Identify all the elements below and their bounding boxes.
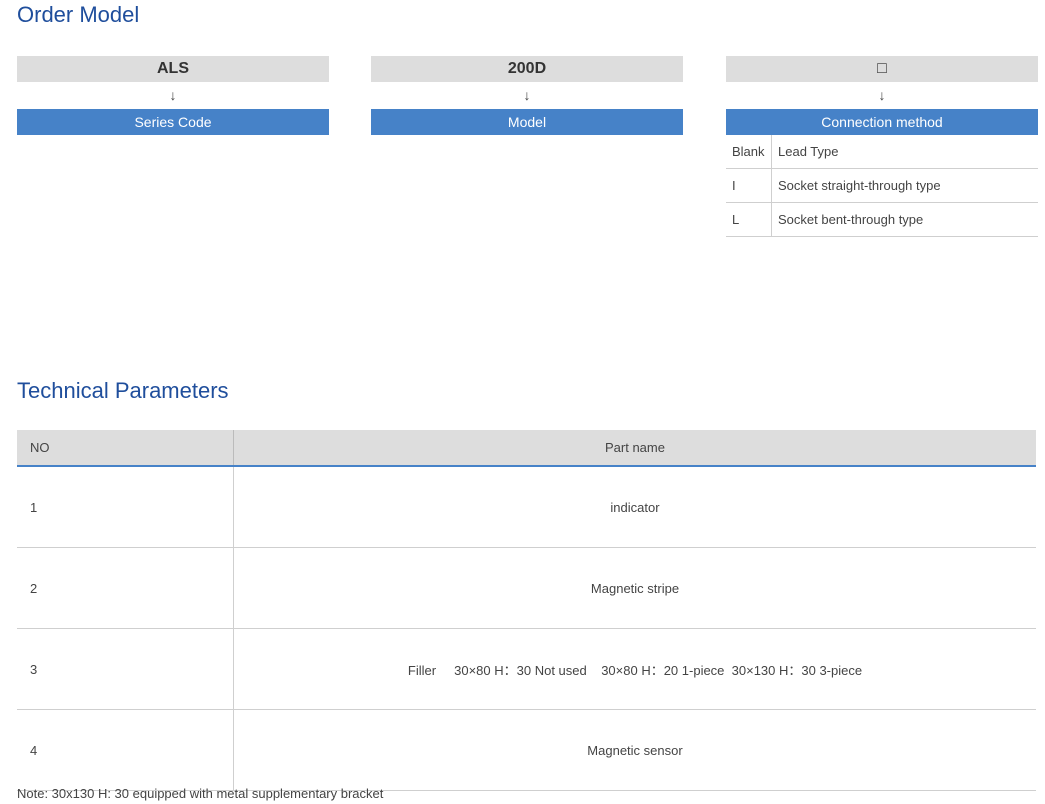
option-value: Socket bent-through type [771,202,1038,237]
table-note: Note: 30x130 H: 30 equipped with metal s… [17,786,384,801]
option-key: I [726,168,772,203]
series-code-value: ALS [17,56,329,82]
table-row: 2 Magnetic stripe [17,547,1036,629]
order-model-model-column: 200D ↓ Model [371,56,683,135]
option-value: Socket straight-through type [771,168,1038,203]
part-name: indicator [233,466,1036,548]
model-label: Model [371,109,683,135]
table-header-row: NO Part name [17,430,1036,467]
part-name: Magnetic stripe [233,547,1036,629]
order-model-series-column: ALS ↓ Series Code [17,56,329,135]
row-number: 4 [17,709,234,791]
part-name: Filler 30×80 H：30 Not used 30×80 H：20 1-… [233,628,1036,710]
option-key: Blank [726,135,772,169]
table-row: Blank Lead Type [726,135,1038,169]
down-arrow-icon: ↓ [878,87,886,103]
connection-placeholder-box: □ [726,56,1038,82]
row-number: 1 [17,466,234,548]
connection-method-label: Connection method [726,109,1038,135]
row-number: 3 [17,628,234,710]
table-row: L Socket bent-through type [726,202,1038,237]
table-row: 1 indicator [17,466,1036,548]
column-header-no: NO [17,430,234,467]
column-header-part-name: Part name [233,430,1036,467]
down-arrow-icon: ↓ [169,87,177,103]
row-number: 2 [17,547,234,629]
connection-options-table: Blank Lead Type I Socket straight-throug… [726,135,1038,237]
order-model-connection-column: □ ↓ Connection method Blank Lead Type I … [726,56,1038,237]
technical-parameters-table: NO Part name 1 indicator 2 Magnetic stri… [17,430,1036,791]
model-value: 200D [371,56,683,82]
down-arrow-icon: ↓ [523,87,531,103]
option-value: Lead Type [771,135,1038,169]
series-code-label: Series Code [17,109,329,135]
table-row: I Socket straight-through type [726,168,1038,203]
part-name: Magnetic sensor [233,709,1036,791]
table-row: 4 Magnetic sensor [17,709,1036,791]
order-model-title: Order Model [17,2,140,27]
technical-parameters-title: Technical Parameters [17,378,229,403]
table-row: 3 Filler 30×80 H：30 Not used 30×80 H：20 … [17,628,1036,710]
option-key: L [726,202,772,237]
